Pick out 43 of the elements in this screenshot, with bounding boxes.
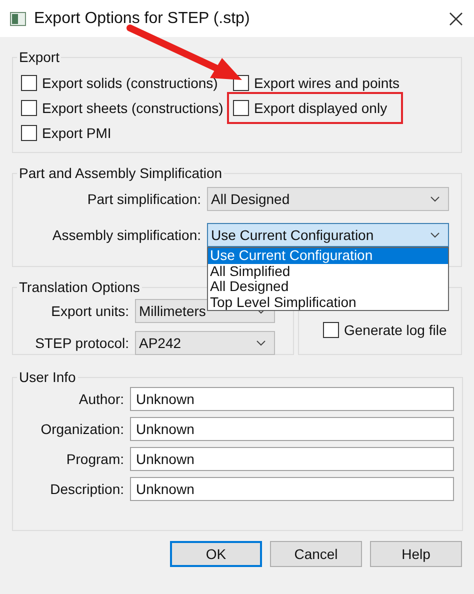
dropdown-option[interactable]: Use Current Configuration <box>208 248 448 264</box>
dropdown[interactable]: AP242 <box>135 331 275 355</box>
checkbox-label: Export displayed only <box>254 100 388 116</box>
dropdown-option[interactable]: All Simplified <box>208 264 448 279</box>
checkbox-label: Export solids (constructions) <box>42 75 218 91</box>
checkbox-label: Generate log file <box>344 322 447 338</box>
close-icon[interactable] <box>448 10 464 26</box>
text-field[interactable]: Unknown <box>130 417 454 441</box>
checkbox[interactable] <box>323 322 339 338</box>
field-label: Description: <box>49 481 124 497</box>
text-field[interactable]: Unknown <box>130 477 454 501</box>
field-label: Export units: <box>50 303 129 319</box>
text-field[interactable]: Unknown <box>130 387 454 411</box>
dropdown-option[interactable]: All Designed <box>208 279 448 294</box>
field-label: Program: <box>65 451 124 467</box>
chevron-down-icon <box>430 196 440 202</box>
checkbox[interactable] <box>21 100 37 116</box>
checkbox-label: Export sheets (constructions) <box>42 100 224 116</box>
group-title: Export <box>18 49 60 65</box>
app-icon <box>10 12 26 26</box>
checkbox[interactable] <box>233 100 249 116</box>
checkbox-label: Export PMI <box>42 125 112 141</box>
chevron-down-icon <box>430 232 440 238</box>
checkbox-label: Export wires and points <box>254 75 400 91</box>
field-label: STEP protocol: <box>34 335 129 351</box>
group-title: User Info <box>18 369 77 385</box>
field-label: Organization: <box>40 421 124 437</box>
dropdown[interactable]: Use Current Configuration <box>207 223 449 247</box>
dialog-button[interactable]: OK <box>170 541 262 567</box>
field-label: Author: <box>78 391 124 407</box>
group-title: Translation Options <box>18 279 141 295</box>
chevron-down-icon <box>256 308 266 314</box>
window-title: Export Options for STEP (.stp) <box>34 10 251 28</box>
checkbox[interactable] <box>21 125 37 141</box>
dialog-button[interactable]: Help <box>370 541 462 567</box>
dialog-button[interactable]: Cancel <box>270 541 362 567</box>
dropdown[interactable]: All Designed <box>207 187 449 211</box>
field-label: Assembly simplification: <box>51 227 201 243</box>
text-field[interactable]: Unknown <box>130 447 454 471</box>
field-label: Part simplification: <box>86 191 201 207</box>
checkbox[interactable] <box>21 75 37 91</box>
group-title: Part and Assembly Simplification <box>18 165 224 181</box>
chevron-down-icon <box>256 340 266 346</box>
